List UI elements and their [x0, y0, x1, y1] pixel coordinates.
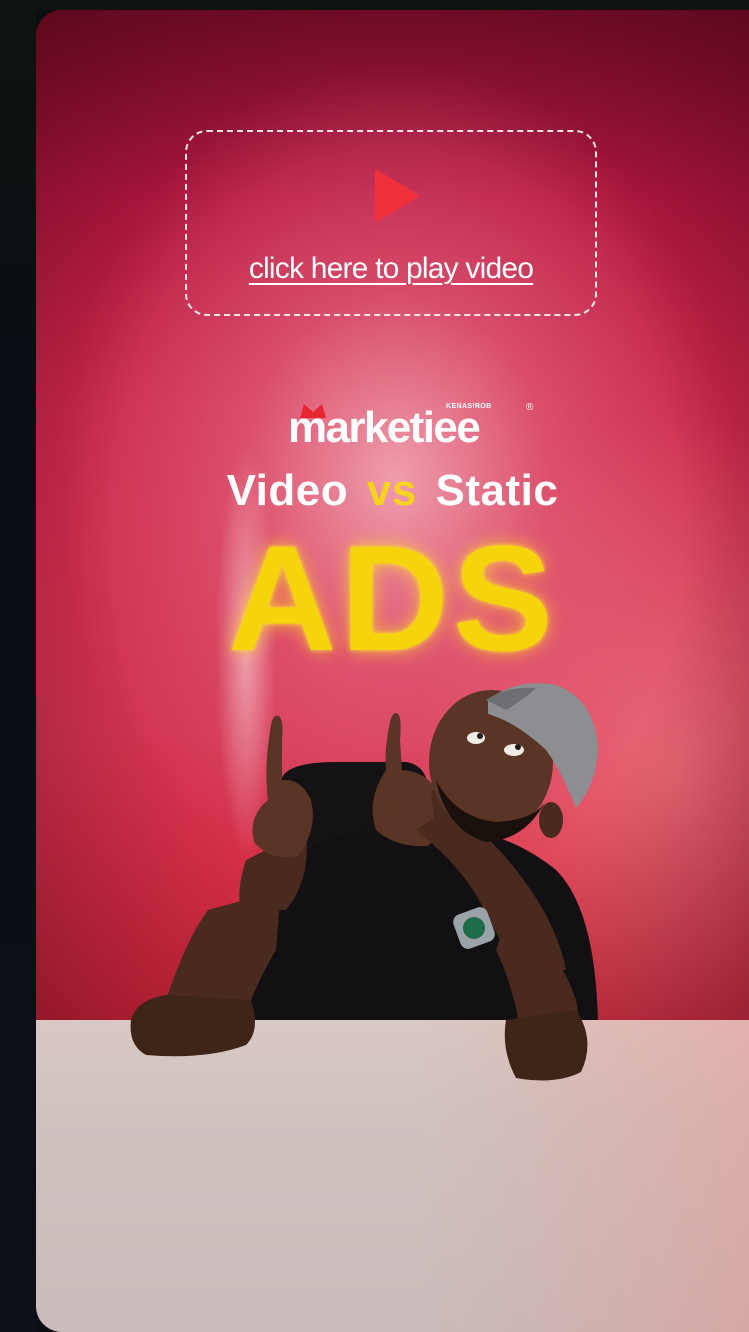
top-edge — [0, 0, 749, 10]
arms-on-desk — [130, 995, 588, 1081]
left-edge — [0, 0, 36, 1332]
video-thumbnail-card[interactable]: click here to play video KENASIROB marke… — [36, 10, 749, 1332]
